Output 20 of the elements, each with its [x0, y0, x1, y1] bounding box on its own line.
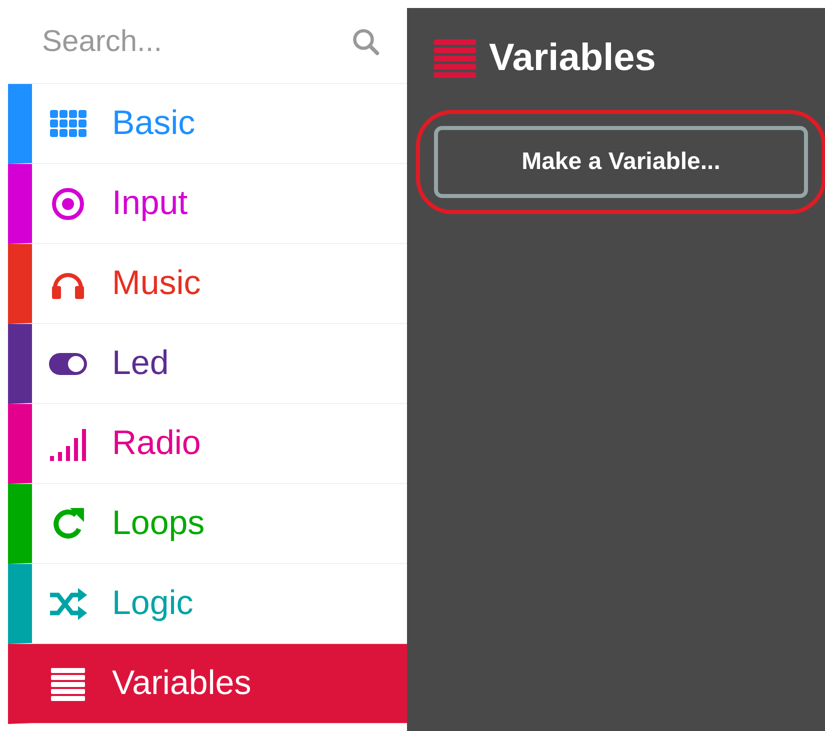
category-label: Music [112, 264, 201, 303]
search-icon [351, 26, 381, 56]
category-label: Logic [112, 584, 194, 623]
category-label: Basic [112, 104, 196, 143]
category-item[interactable]: Radio [8, 404, 407, 484]
category-item[interactable]: Basic [8, 84, 407, 164]
category-item[interactable]: Music [8, 244, 407, 324]
category-item[interactable]: Variables [8, 644, 407, 724]
category-label: Input [112, 184, 188, 223]
category-item[interactable]: Led [8, 324, 407, 404]
flyout-title: Variables [489, 36, 656, 80]
category-label: Variables [112, 664, 252, 703]
category-item[interactable]: Logic [8, 564, 407, 644]
category-item[interactable]: Loops [8, 484, 407, 564]
category-label: Loops [112, 504, 205, 543]
category-item[interactable]: Input [8, 164, 407, 244]
make-variable-button[interactable]: Make a Variable... [434, 126, 808, 198]
category-label: Led [112, 344, 169, 383]
search-field[interactable]: Search... [40, 24, 351, 60]
category-label: Radio [112, 424, 201, 463]
